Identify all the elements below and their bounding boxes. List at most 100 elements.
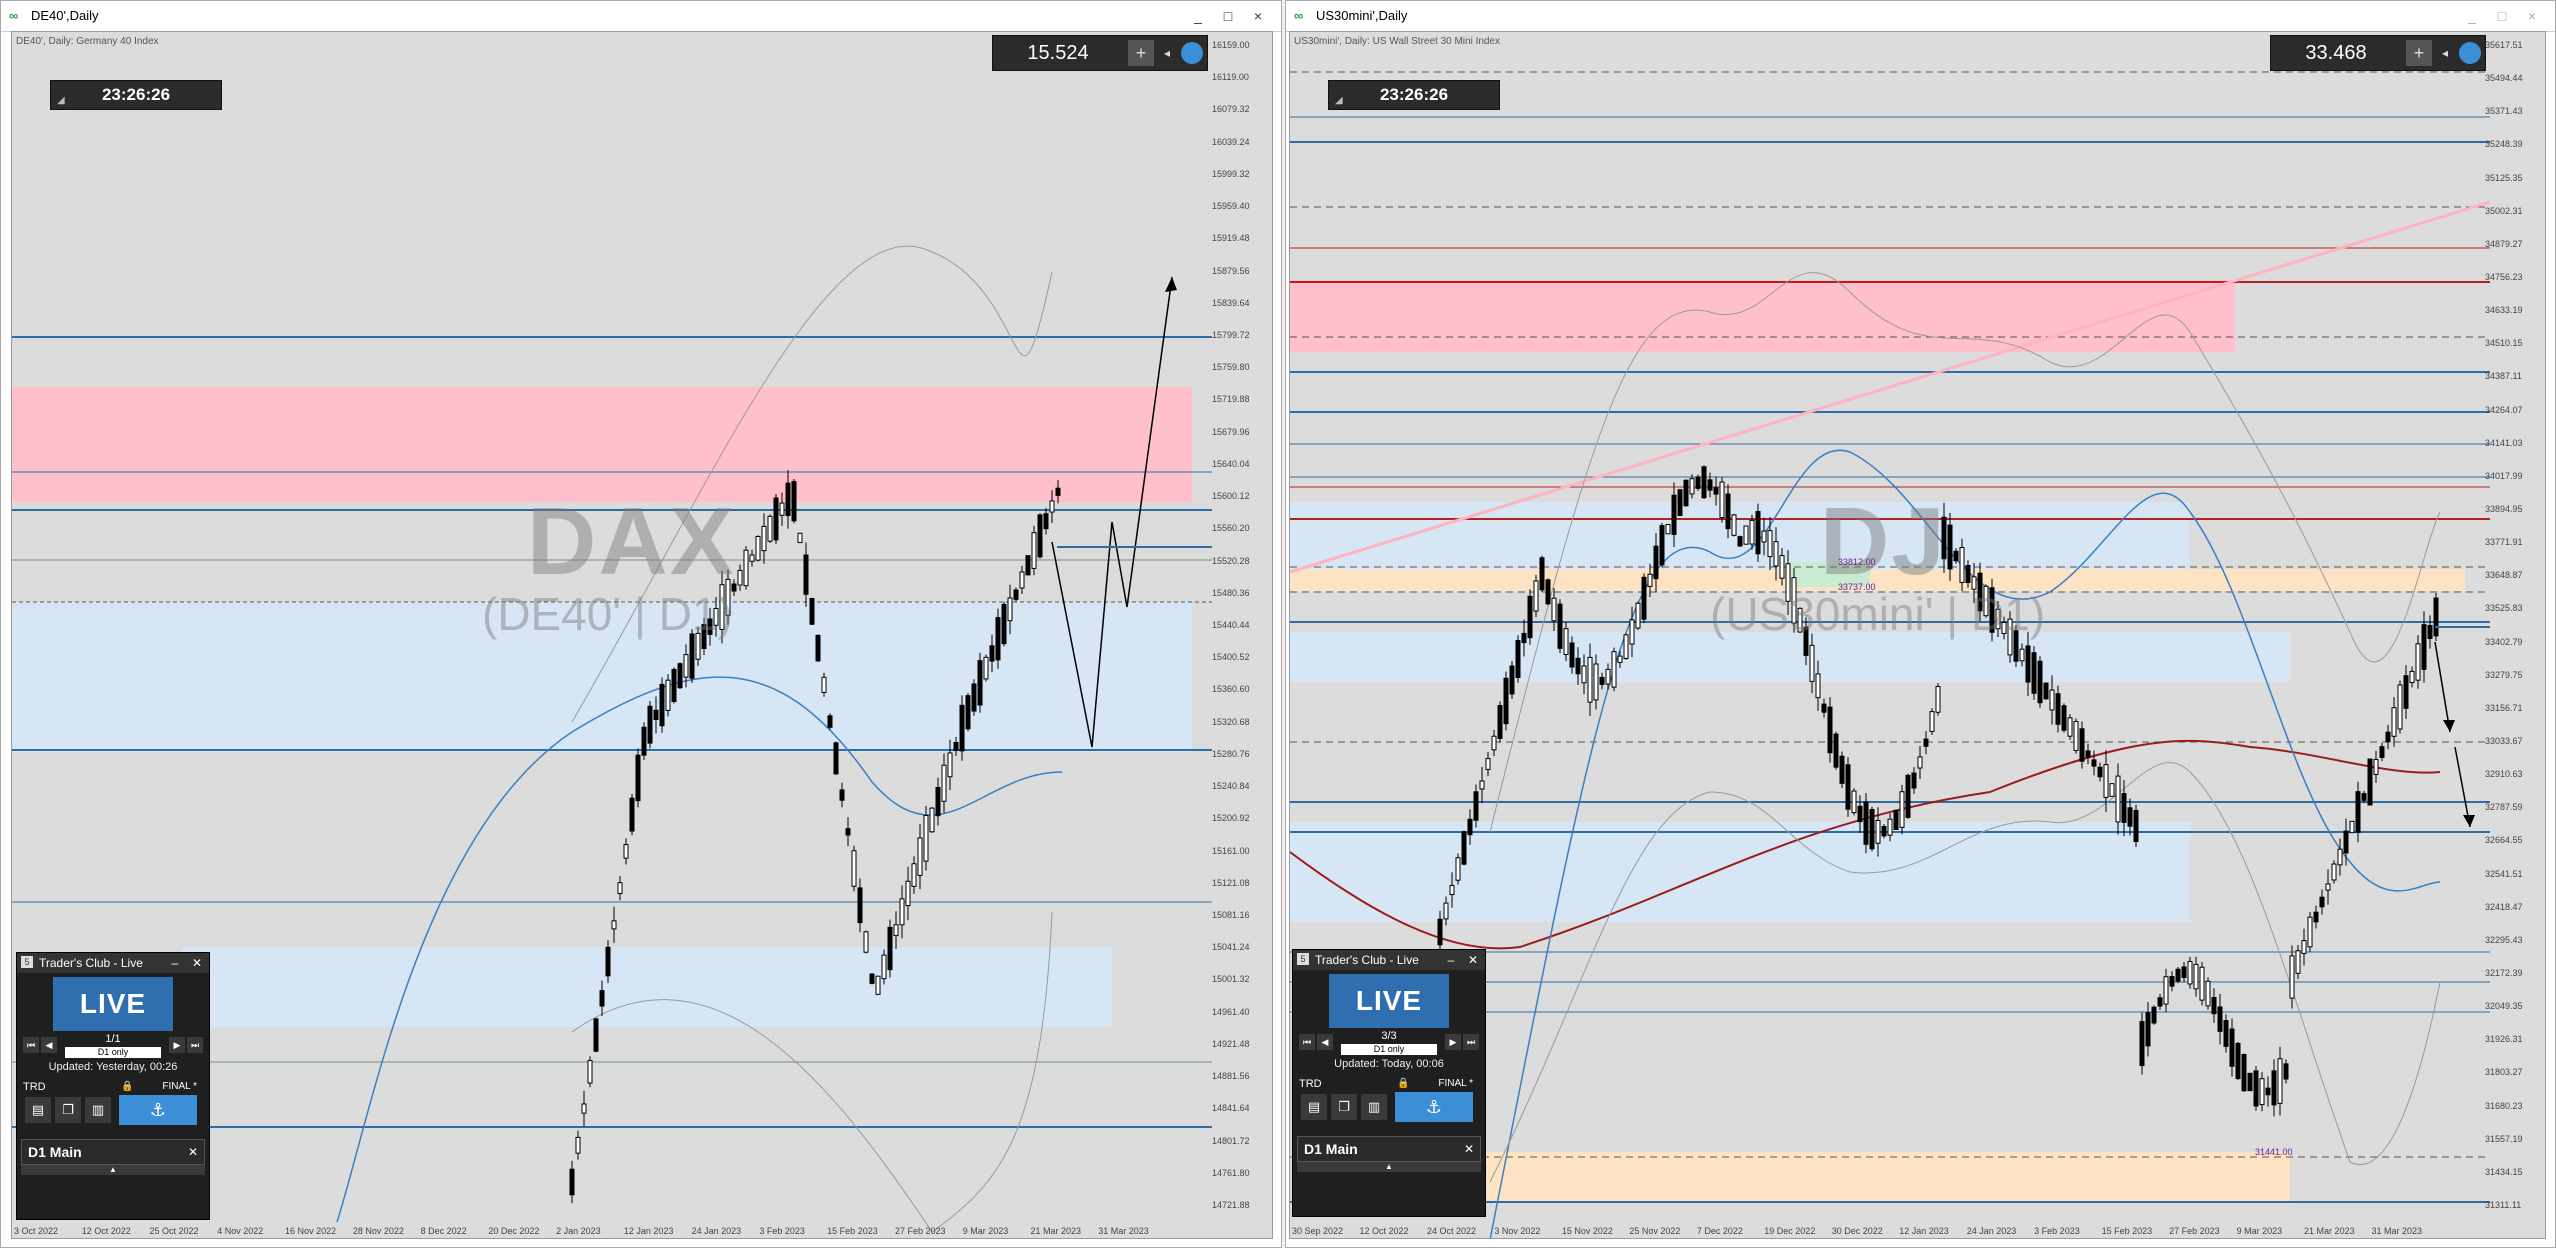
candle-body: [593, 1018, 599, 1052]
database-icon[interactable]: ▥: [1361, 1094, 1387, 1120]
date-axis-label: 31 Mar 2023: [2371, 1226, 2423, 1236]
timeframe-filter[interactable]: D1 only: [65, 1047, 161, 1058]
panel-close-button[interactable]: ✕: [189, 953, 205, 973]
anchor-button[interactable]: ⚓: [1395, 1092, 1473, 1122]
candle-body: [809, 598, 815, 625]
candle-body: [659, 683, 665, 727]
server-clock: ◢ 23:26:26: [1328, 80, 1500, 110]
close-button[interactable]: ×: [2519, 5, 2545, 27]
windows-icon[interactable]: ❐: [1331, 1094, 1357, 1120]
price-axis-label: 34264.07: [2485, 404, 2523, 415]
candle-body: [1527, 595, 1533, 639]
close-button[interactable]: ×: [1245, 5, 1271, 27]
d1-main-panel[interactable]: D1 Main ✕: [21, 1139, 205, 1165]
date-axis-label: 12 Oct 2022: [81, 1226, 131, 1236]
candle-body: [737, 569, 743, 586]
status-circle-icon[interactable]: [1181, 42, 1203, 64]
database-icon[interactable]: ▥: [85, 1097, 111, 1123]
lock-icon[interactable]: 🔒: [1397, 1078, 1409, 1089]
windows-icon[interactable]: ❐: [55, 1097, 81, 1123]
d1-close-icon[interactable]: ✕: [188, 1140, 198, 1164]
signal-count: 3/3: [1381, 1030, 1397, 1042]
d1-close-icon[interactable]: ✕: [1464, 1137, 1474, 1161]
window-titlebar[interactable]: ∞ US30mini',Daily _ □ ×: [1286, 1, 2555, 32]
chart-window-dj[interactable]: ∞ US30mini',Daily _ □ × US30mini', Daily…: [1285, 0, 2556, 1248]
caret-left-icon[interactable]: ◂: [1156, 40, 1178, 66]
candle-body: [1031, 532, 1037, 569]
panel-minimize-button[interactable]: –: [167, 953, 183, 973]
price-axis-label: 15679.96: [1212, 426, 1250, 437]
forecast-arrow-head: [2443, 720, 2455, 732]
plus-icon[interactable]: +: [1128, 40, 1154, 66]
trade-toolbar[interactable]: TRD 🔒 FINAL * ▤ ❐ ▥ ⚓: [21, 1081, 205, 1131]
panel-title: Trader's Club - Live: [39, 956, 143, 970]
candle-body: [2031, 652, 2037, 694]
spread-widget[interactable]: 33.468 + ◂: [2270, 35, 2486, 71]
d1-expand-icon[interactable]: ▲: [21, 1165, 205, 1175]
traders-club-panel[interactable]: 5 Trader's Club - Live – ✕ LIVE ⏮ ◀ ▶ ⏭ …: [16, 952, 210, 1220]
lock-icon[interactable]: 🔒: [121, 1081, 133, 1092]
chart-window-dax[interactable]: ∞ DE40',Daily _ □ × DE40', Daily: German…: [0, 0, 1282, 1248]
candle-body: [2349, 820, 2355, 834]
price-axis-label: 15640.04: [1212, 458, 1250, 469]
entry-zone-lower: [1480, 1152, 2290, 1202]
price-chart[interactable]: DE40', Daily: Germany 40 Index ◢ 23:26:2…: [11, 31, 1273, 1239]
candle-body: [2271, 1070, 2277, 1106]
d1-expand-icon[interactable]: ▲: [1297, 1162, 1481, 1172]
document-icon[interactable]: ▤: [1301, 1094, 1327, 1120]
panel-header[interactable]: 5 Trader's Club - Live – ✕: [17, 953, 209, 973]
date-axis-label: 7 Dec 2022: [1696, 1226, 1743, 1236]
price-axis-label: 15161.00: [1212, 845, 1250, 856]
minimize-button[interactable]: _: [1185, 5, 1211, 27]
d1-main-panel[interactable]: D1 Main ✕: [1297, 1136, 1481, 1162]
signal-navigator[interactable]: ⏮ ◀ ▶ ⏭ 3/3 D1 only: [1297, 1030, 1481, 1056]
candle-body: [1551, 597, 1557, 622]
candle-body: [1821, 703, 1827, 713]
candle-body: [779, 502, 785, 516]
signal-navigator[interactable]: ⏮ ◀ ▶ ⏭ 1/1 D1 only: [21, 1033, 205, 1059]
candle-body: [1443, 902, 1449, 920]
panel-minimize-button[interactable]: –: [1443, 950, 1459, 970]
candle-body: [1947, 524, 1953, 570]
candle-body: [755, 536, 761, 561]
candle-body: [995, 617, 1001, 661]
caret-left-icon[interactable]: ◂: [2434, 40, 2456, 66]
maximize-button[interactable]: □: [1215, 5, 1241, 27]
price-axis-label: 14921.48: [1212, 1038, 1250, 1049]
date-axis-label: 15 Nov 2022: [1561, 1226, 1613, 1236]
status-circle-icon[interactable]: [2459, 42, 2481, 64]
date-axis-label: 16 Nov 2022: [285, 1226, 337, 1236]
candle-body: [1719, 481, 1725, 519]
price-axis-label: 16039.24: [1212, 136, 1250, 147]
candle-body: [1683, 479, 1689, 507]
symbol-description: US30mini', Daily: US Wall Street 30 Mini…: [1294, 36, 1501, 47]
price-axis-label: 33402.79: [2485, 636, 2523, 647]
level-label: 31441.00: [2255, 1147, 2293, 1157]
minimize-button[interactable]: _: [2459, 5, 2485, 27]
candle-body: [569, 1168, 575, 1196]
forecast-arrow-head: [1165, 277, 1177, 292]
maximize-button[interactable]: □: [2489, 5, 2515, 27]
forecast-path[interactable]: [2434, 641, 2451, 733]
date-axis-label: 30 Sep 2022: [1292, 1226, 1344, 1236]
price-axis-label: 34387.11: [2485, 371, 2522, 382]
triangle-icon: ◢: [1335, 95, 1343, 106]
candle-body: [1773, 541, 1779, 567]
timeframe-filter[interactable]: D1 only: [1341, 1044, 1437, 1055]
plus-icon[interactable]: +: [2406, 40, 2432, 66]
panel-title: Trader's Club - Live: [1315, 953, 1419, 967]
price-chart[interactable]: US30mini', Daily: US Wall Street 30 Mini…: [1289, 31, 2546, 1239]
spread-widget[interactable]: 15.524 + ◂: [992, 35, 1208, 71]
traders-club-panel[interactable]: 5 Trader's Club - Live – ✕ LIVE ⏮ ◀ ▶ ⏭ …: [1292, 949, 1486, 1217]
candle-body: [851, 850, 857, 887]
panel-header[interactable]: 5 Trader's Club - Live – ✕: [1293, 950, 1485, 970]
candle-body: [923, 815, 929, 862]
window-titlebar[interactable]: ∞ DE40',Daily _ □ ×: [1, 1, 1281, 32]
document-icon[interactable]: ▤: [25, 1097, 51, 1123]
price-axis-label: 35125.35: [2485, 172, 2523, 183]
anchor-button[interactable]: ⚓: [119, 1095, 197, 1125]
panel-close-button[interactable]: ✕: [1465, 950, 1481, 970]
candle-body: [653, 709, 659, 720]
trade-toolbar[interactable]: TRD 🔒 FINAL * ▤ ❐ ▥ ⚓: [1297, 1078, 1481, 1128]
candle-body: [1479, 780, 1485, 790]
